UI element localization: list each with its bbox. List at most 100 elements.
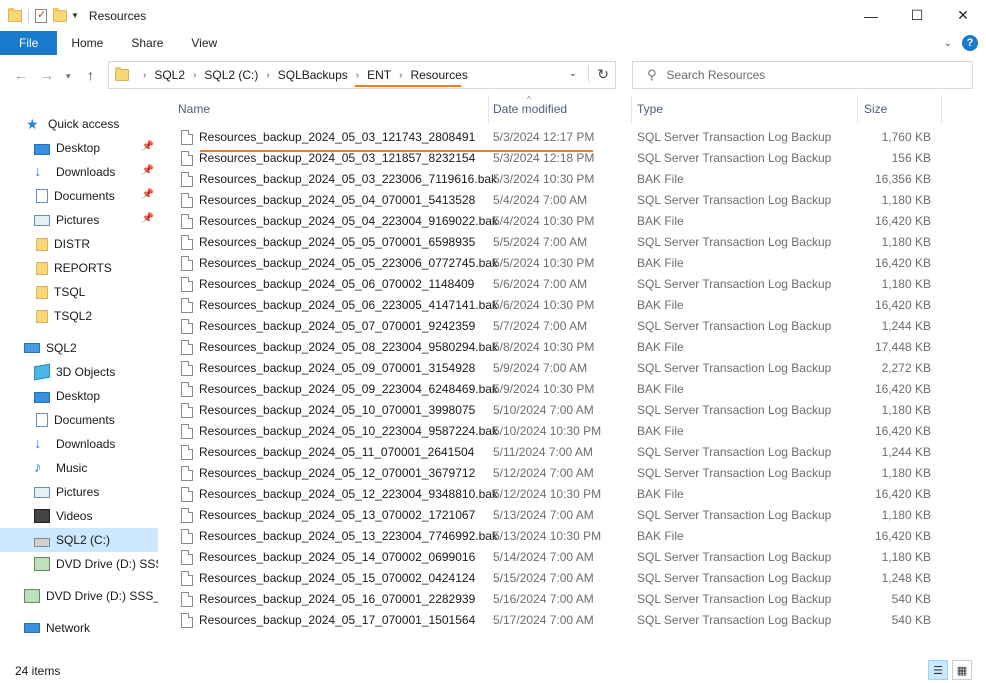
tab-file[interactable]: File xyxy=(0,31,58,55)
sidebar-item-documents-pinned[interactable]: Documents 📌 xyxy=(0,184,158,208)
chevron-right-icon[interactable]: › xyxy=(399,70,402,81)
column-header-name[interactable]: Name xyxy=(170,95,488,123)
search-input[interactable] xyxy=(666,68,947,82)
breadcrumb-ent[interactable]: ENT xyxy=(367,68,391,82)
file-row[interactable]: Resources_backup_2024_05_06_223005_41471… xyxy=(170,295,945,316)
sidebar-item-music[interactable]: ♪ Music xyxy=(0,456,158,480)
file-row[interactable]: Resources_backup_2024_05_10_070001_39980… xyxy=(170,400,945,421)
sidebar-item-local-disk[interactable]: SQL2 (C:) xyxy=(0,528,158,552)
chevron-right-icon[interactable]: › xyxy=(143,70,146,81)
desktop-icon xyxy=(34,143,50,155)
file-row[interactable]: Resources_backup_2024_05_09_070001_31549… xyxy=(170,358,945,379)
date-modified: 5/10/2024 7:00 AM xyxy=(493,403,594,417)
file-row[interactable]: Resources_backup_2024_05_12_223004_93488… xyxy=(170,484,945,505)
breadcrumb-drive[interactable]: SQL2 (C:) xyxy=(204,68,258,82)
details-view-icon[interactable]: ☰ xyxy=(928,660,948,680)
file-row[interactable]: Resources_backup_2024_05_09_223004_62484… xyxy=(170,379,945,400)
tab-share[interactable]: Share xyxy=(117,31,177,55)
maximize-button[interactable]: ☐ xyxy=(894,0,940,31)
file-type: BAK File xyxy=(637,487,684,501)
close-button[interactable]: ✕ xyxy=(940,0,986,31)
sidebar-item-desktop[interactable]: Desktop xyxy=(0,384,158,408)
pin-icon[interactable]: 📌 xyxy=(142,213,154,224)
file-row[interactable]: Resources_backup_2024_05_04_070001_54135… xyxy=(170,190,945,211)
chevron-right-icon[interactable]: › xyxy=(193,70,196,81)
file-icon xyxy=(181,235,193,250)
file-row[interactable]: Resources_backup_2024_05_15_070002_04241… xyxy=(170,568,945,589)
sidebar-item-downloads-pinned[interactable]: ↓ Downloads 📌 xyxy=(0,160,158,184)
breadcrumb-sql2[interactable]: SQL2 xyxy=(154,68,185,82)
sidebar-item-downloads[interactable]: ↓ Downloads xyxy=(0,432,158,456)
file-row[interactable]: Resources_backup_2024_05_03_121743_28084… xyxy=(170,127,945,148)
help-icon[interactable]: ? xyxy=(962,35,978,51)
file-row[interactable]: Resources_backup_2024_05_11_070001_26415… xyxy=(170,442,945,463)
breadcrumb-resources[interactable]: Resources xyxy=(410,68,467,82)
file-row[interactable]: Resources_backup_2024_05_16_070001_22829… xyxy=(170,589,945,610)
search-box[interactable]: ⚲ xyxy=(632,61,973,89)
file-name: Resources_backup_2024_05_05_070001_65989… xyxy=(199,235,476,249)
forward-icon[interactable]: → xyxy=(40,67,54,83)
file-row[interactable]: Resources_backup_2024_05_05_070001_65989… xyxy=(170,232,945,253)
address-dropdown-icon[interactable]: ⌄ xyxy=(569,68,577,79)
minimize-button[interactable]: — xyxy=(848,0,894,31)
chevron-right-icon[interactable]: › xyxy=(266,70,269,81)
breadcrumb-sqlbackups[interactable]: SQLBackups xyxy=(278,68,348,82)
pin-icon[interactable]: 📌 xyxy=(142,141,154,152)
file-row[interactable]: Resources_backup_2024_05_06_070002_11484… xyxy=(170,274,945,295)
sidebar-item-distr[interactable]: DISTR xyxy=(0,232,158,256)
sidebar-item-network[interactable]: Network xyxy=(0,616,158,640)
column-header-size[interactable]: Size xyxy=(856,95,941,123)
path-highlight-underline xyxy=(355,85,461,87)
file-row[interactable]: Resources_backup_2024_05_04_223004_91690… xyxy=(170,211,945,232)
sidebar-item-desktop-pinned[interactable]: Desktop 📌 xyxy=(0,136,158,160)
column-header-date[interactable]: Date modified xyxy=(485,95,631,123)
sidebar-item-this-pc[interactable]: SQL2 xyxy=(0,336,158,360)
new-folder-icon[interactable] xyxy=(53,7,67,22)
sidebar-item-reports[interactable]: REPORTS xyxy=(0,256,158,280)
file-row[interactable]: Resources_backup_2024_05_13_223004_77469… xyxy=(170,526,945,547)
sidebar-item-quick-access[interactable]: ★ Quick access xyxy=(0,112,158,136)
customize-toolbar-icon[interactable]: ▼ xyxy=(71,11,79,20)
file-row[interactable]: Resources_backup_2024_05_03_223006_71196… xyxy=(170,169,945,190)
sidebar-item-dvd-drive-root[interactable]: DVD Drive (D:) SSS_X6 xyxy=(0,584,158,608)
file-icon xyxy=(181,151,193,166)
pin-icon[interactable]: 📌 xyxy=(142,165,154,176)
column-divider[interactable] xyxy=(941,95,942,123)
date-modified: 5/9/2024 10:30 PM xyxy=(493,382,595,396)
folder-icon[interactable] xyxy=(8,7,22,22)
file-row[interactable]: Resources_backup_2024_05_05_223006_07727… xyxy=(170,253,945,274)
file-row[interactable]: Resources_backup_2024_05_10_223004_95872… xyxy=(170,421,945,442)
file-row[interactable]: Resources_backup_2024_05_12_070001_36797… xyxy=(170,463,945,484)
properties-icon[interactable] xyxy=(35,8,47,23)
file-row[interactable]: Resources_backup_2024_05_14_070002_06990… xyxy=(170,547,945,568)
sidebar-item-3d-objects[interactable]: 3D Objects xyxy=(0,360,158,384)
file-row[interactable]: Resources_backup_2024_05_07_070001_92423… xyxy=(170,316,945,337)
file-type: BAK File xyxy=(637,529,684,543)
large-icons-view-icon[interactable]: ▦ xyxy=(952,660,972,680)
back-icon[interactable]: ← xyxy=(14,67,28,83)
date-modified: 5/8/2024 10:30 PM xyxy=(493,340,595,354)
tab-home[interactable]: Home xyxy=(57,31,117,55)
pin-icon[interactable]: 📌 xyxy=(142,189,154,200)
sidebar-item-dvd-drive[interactable]: DVD Drive (D:) SSS_X6 xyxy=(0,552,158,576)
file-row[interactable]: Resources_backup_2024_05_08_223004_95802… xyxy=(170,337,945,358)
up-icon[interactable]: ↑ xyxy=(87,67,94,83)
sidebar-item-pictures[interactable]: Pictures xyxy=(0,480,158,504)
sidebar-item-pictures-pinned[interactable]: Pictures 📌 xyxy=(0,208,158,232)
sidebar-item-videos[interactable]: Videos xyxy=(0,504,158,528)
sidebar-item-tsql2[interactable]: TSQL2 xyxy=(0,304,158,328)
tab-view[interactable]: View xyxy=(177,31,231,55)
column-header-type[interactable]: Type xyxy=(629,95,857,123)
address-bar[interactable]: › SQL2 › SQL2 (C:) › SQLBackups › ENT › … xyxy=(108,61,616,89)
expand-ribbon-icon[interactable]: ⌄ xyxy=(944,38,952,49)
file-row[interactable]: Resources_backup_2024_05_13_070002_17210… xyxy=(170,505,945,526)
recent-locations-icon[interactable]: ▾ xyxy=(66,71,71,82)
sidebar-item-tsql[interactable]: TSQL xyxy=(0,280,158,304)
refresh-icon[interactable]: ↻ xyxy=(588,66,609,83)
sidebar-item-documents[interactable]: Documents xyxy=(0,408,158,432)
sidebar-item-label: Downloads xyxy=(56,437,116,451)
file-icon xyxy=(181,424,193,439)
chevron-right-icon[interactable]: › xyxy=(356,70,359,81)
file-type: SQL Server Transaction Log Backup xyxy=(637,361,832,375)
file-row[interactable]: Resources_backup_2024_05_17_070001_15015… xyxy=(170,610,945,631)
